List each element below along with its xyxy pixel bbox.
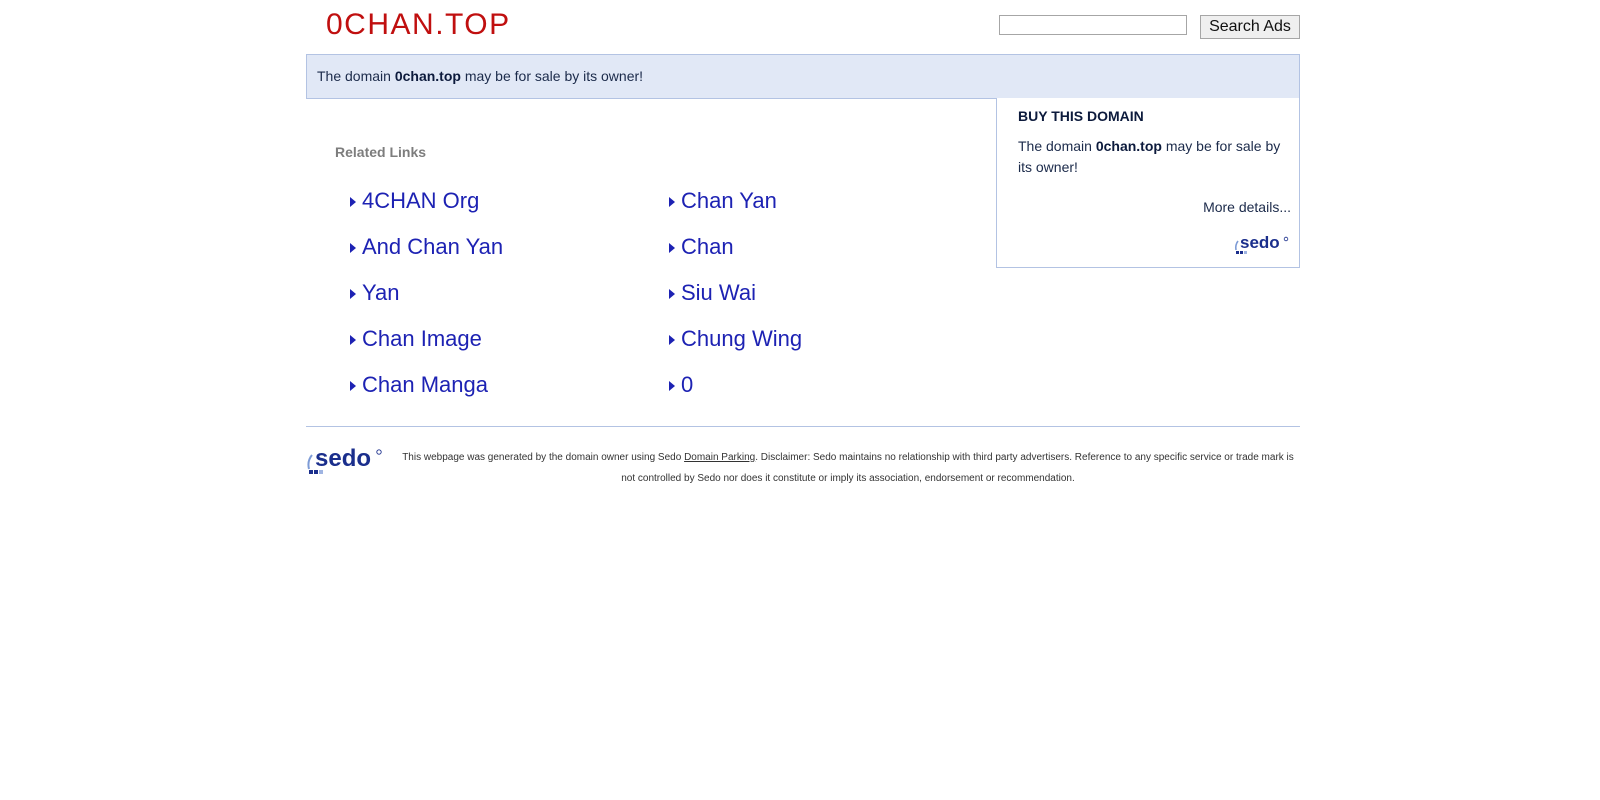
- related-link[interactable]: Yan: [350, 270, 503, 316]
- arrow-right-icon: [350, 243, 356, 253]
- arrow-right-icon: [669, 243, 675, 253]
- related-link[interactable]: Chan: [669, 224, 802, 270]
- related-link-label: Yan: [362, 280, 400, 305]
- related-link[interactable]: And Chan Yan: [350, 224, 503, 270]
- buy-domain-text: The domain 0chan.top may be for sale by …: [1018, 136, 1288, 178]
- related-links-right-column: Chan Yan Chan Siu Wai Chung Wing 0: [669, 178, 802, 408]
- footer-divider: [306, 426, 1300, 427]
- arrow-right-icon: [350, 197, 356, 207]
- search-ads-button[interactable]: Search Ads: [1200, 15, 1300, 39]
- related-link-label: And Chan Yan: [362, 234, 504, 259]
- related-link[interactable]: Chan Image: [350, 316, 503, 362]
- sedo-footer-logo[interactable]: sedo: [306, 446, 384, 480]
- related-link-label: Chan Manga: [362, 372, 488, 397]
- buy-text-prefix: The domain: [1018, 138, 1096, 154]
- domain-parking-link[interactable]: Domain Parking: [684, 452, 755, 463]
- related-link[interactable]: 0: [669, 362, 802, 408]
- arrow-right-icon: [669, 289, 675, 299]
- footer-text-before: This webpage was generated by the domain…: [402, 452, 685, 463]
- related-link[interactable]: 4CHAN Org: [350, 178, 503, 224]
- sedo-logo[interactable]: sedo: [1233, 234, 1291, 258]
- arrow-right-icon: [350, 289, 356, 299]
- buy-domain-name: 0chan.top: [1095, 138, 1162, 154]
- for-sale-banner: The domain 0chan.top may be for sale by …: [306, 54, 1300, 99]
- arrow-right-icon: [669, 197, 675, 207]
- related-link[interactable]: Chan Yan: [669, 178, 802, 224]
- arrow-right-icon: [669, 381, 675, 391]
- footer-disclaimer: This webpage was generated by the domain…: [396, 447, 1300, 489]
- search-input[interactable]: [999, 15, 1187, 35]
- buy-domain-box: BUY THIS DOMAIN The domain 0chan.top may…: [996, 98, 1300, 268]
- related-link-label: Siu Wai: [681, 280, 756, 305]
- related-link[interactable]: Chan Manga: [350, 362, 503, 408]
- related-link-label: 4CHAN Org: [362, 188, 480, 213]
- arrow-right-icon: [350, 335, 356, 345]
- related-link-label: Chan Yan: [681, 188, 777, 213]
- related-link-label: 0: [681, 372, 694, 397]
- arrow-right-icon: [350, 381, 356, 391]
- related-link-label: Chung Wing: [681, 326, 803, 351]
- related-link-label: Chan Image: [362, 326, 482, 351]
- arrow-right-icon: [669, 335, 675, 345]
- banner-domain: 0chan.top: [394, 68, 461, 84]
- related-links-left-column: 4CHAN Org And Chan Yan Yan Chan Image Ch…: [350, 178, 503, 408]
- buy-domain-title: BUY THIS DOMAIN: [1018, 108, 1144, 124]
- page-container: 0CHAN.TOP Search Ads The domain 0chan.to…: [306, 0, 1300, 800]
- banner-text-prefix: The domain: [317, 68, 395, 84]
- sedo-logo-text: sedo: [1240, 234, 1280, 252]
- related-link[interactable]: Chung Wing: [669, 316, 802, 362]
- more-details-link[interactable]: More details...: [1203, 199, 1291, 215]
- related-link-label: Chan: [681, 234, 734, 259]
- related-links-heading: Related Links: [335, 144, 427, 160]
- banner-text-suffix: may be for sale by its owner!: [460, 68, 644, 84]
- site-title[interactable]: 0CHAN.TOP: [326, 8, 511, 42]
- related-link[interactable]: Siu Wai: [669, 270, 802, 316]
- sedo-footer-logo-text: sedo: [315, 446, 371, 472]
